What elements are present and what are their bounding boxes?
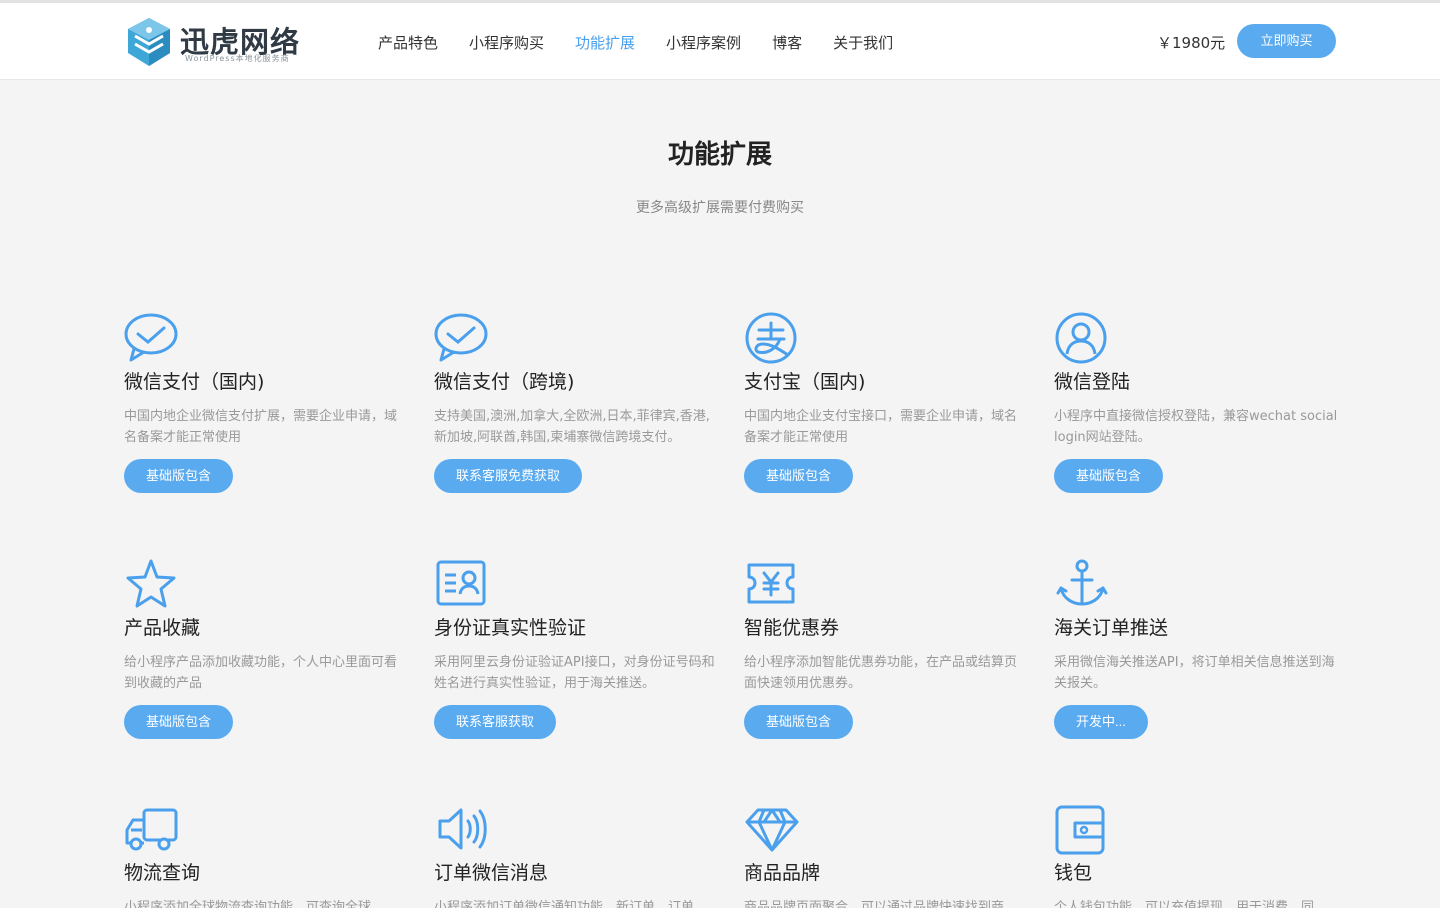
page-subtitle: 更多高级扩展需要付费购买 bbox=[636, 200, 804, 216]
price-label: ￥1980元 bbox=[1157, 34, 1226, 52]
feature-title: 微信支付（跨境) bbox=[434, 371, 575, 393]
site-header: 迅虎网络 WordPress本地化服务商 产品特色 小程序购买 功能扩展 小程序… bbox=[0, 3, 1440, 80]
feature-description: 小程序中直接微信授权登陆，兼容wechat social login网站登陆。 bbox=[1054, 409, 1338, 445]
feature-description: 个人钱包功能，可以充值提现，用于消费，同 bbox=[1054, 900, 1315, 908]
page-title: 功能扩展 bbox=[667, 140, 772, 170]
wallet-icon bbox=[1054, 803, 1110, 855]
star-icon bbox=[124, 558, 180, 610]
feature-title: 海关订单推送 bbox=[1054, 617, 1169, 639]
feature-button[interactable]: 基础版包含 bbox=[124, 459, 234, 493]
feature-button[interactable]: 基础版包含 bbox=[124, 705, 234, 739]
feature-title: 产品收藏 bbox=[124, 617, 201, 639]
feature-title: 钱包 bbox=[1054, 862, 1093, 884]
anchor-icon bbox=[1054, 558, 1110, 610]
nav-item-extensions[interactable]: 功能扩展 bbox=[575, 32, 635, 54]
coupon-icon bbox=[744, 558, 800, 610]
nav-item-features[interactable]: 产品特色 bbox=[378, 32, 438, 54]
feature-title: 支付宝（国内) bbox=[744, 371, 866, 393]
main-nav: 产品特色 小程序购买 功能扩展 小程序案例 博客 关于我们 bbox=[378, 32, 924, 54]
brand-tagline: WordPress本地化服务商 bbox=[185, 54, 290, 63]
brand-logo[interactable]: 迅虎网络 WordPress本地化服务商 bbox=[124, 16, 314, 68]
feature-title: 微信登陆 bbox=[1054, 371, 1131, 393]
feature-title: 物流查询 bbox=[124, 862, 201, 884]
feature-button[interactable]: 基础版包含 bbox=[744, 459, 854, 493]
feature-title: 智能优惠券 bbox=[744, 617, 840, 639]
chat-bubble-icon bbox=[434, 312, 490, 364]
id-card-icon bbox=[434, 558, 490, 610]
feature-description: 给小程序产品添加收藏功能，个人中心里面可看到收藏的产品 bbox=[124, 655, 398, 691]
feature-title: 订单微信消息 bbox=[434, 862, 549, 884]
feature-title: 商品品牌 bbox=[744, 862, 821, 884]
feature-title: 微信支付（国内) bbox=[124, 371, 265, 393]
feature-description: 小程序添加全球物流查询功能，可查询全球 bbox=[124, 900, 372, 908]
diamond-icon bbox=[744, 803, 800, 855]
feature-button[interactable]: 开发中... bbox=[1054, 705, 1148, 739]
nav-item-blog[interactable]: 博客 bbox=[772, 32, 802, 54]
feature-description: 支持美国,澳洲,加拿大,全欧洲,日本,菲律宾,香港,新加坡,阿联酋,韩国,柬埔寨… bbox=[434, 409, 710, 445]
feature-description: 采用微信海关推送API，将订单相关信息推送到海关报关。 bbox=[1054, 655, 1335, 691]
speaker-icon bbox=[434, 803, 490, 855]
buy-now-button[interactable]: 立即购买 bbox=[1237, 24, 1336, 58]
feature-title: 身份证真实性验证 bbox=[434, 617, 587, 639]
feature-description: 商品品牌页面聚合，可以通过品牌快速找到商 bbox=[744, 900, 1005, 908]
logo-mark-icon bbox=[128, 18, 170, 66]
user-circle-icon bbox=[1054, 312, 1110, 364]
feature-description: 中国内地企业支付宝接口，需要企业申请，域名备案才能正常使用 bbox=[744, 409, 1018, 445]
feature-description: 采用阿里云身份证验证API接口，对身份证号码和姓名进行真实性验证，用于海关推送。 bbox=[434, 655, 715, 691]
alipay-icon bbox=[744, 312, 800, 364]
feature-description: 给小程序添加智能优惠券功能，在产品或结算页面快速领用优惠券。 bbox=[744, 655, 1018, 691]
truck-icon bbox=[124, 803, 180, 855]
feature-button[interactable]: 基础版包含 bbox=[1054, 459, 1164, 493]
nav-item-purchase[interactable]: 小程序购买 bbox=[469, 32, 544, 54]
nav-item-about[interactable]: 关于我们 bbox=[833, 32, 893, 54]
feature-description: 中国内地企业微信支付扩展，需要企业申请，域名备案才能正常使用 bbox=[124, 409, 398, 445]
nav-item-cases[interactable]: 小程序案例 bbox=[666, 32, 741, 54]
chat-bubble-icon bbox=[124, 312, 180, 364]
feature-button[interactable]: 联系客服获取 bbox=[434, 705, 557, 739]
feature-button[interactable]: 联系客服免费获取 bbox=[434, 459, 583, 493]
feature-button[interactable]: 基础版包含 bbox=[744, 705, 854, 739]
feature-description: 小程序添加订单微信通知功能，新订单，订单 bbox=[434, 900, 695, 908]
